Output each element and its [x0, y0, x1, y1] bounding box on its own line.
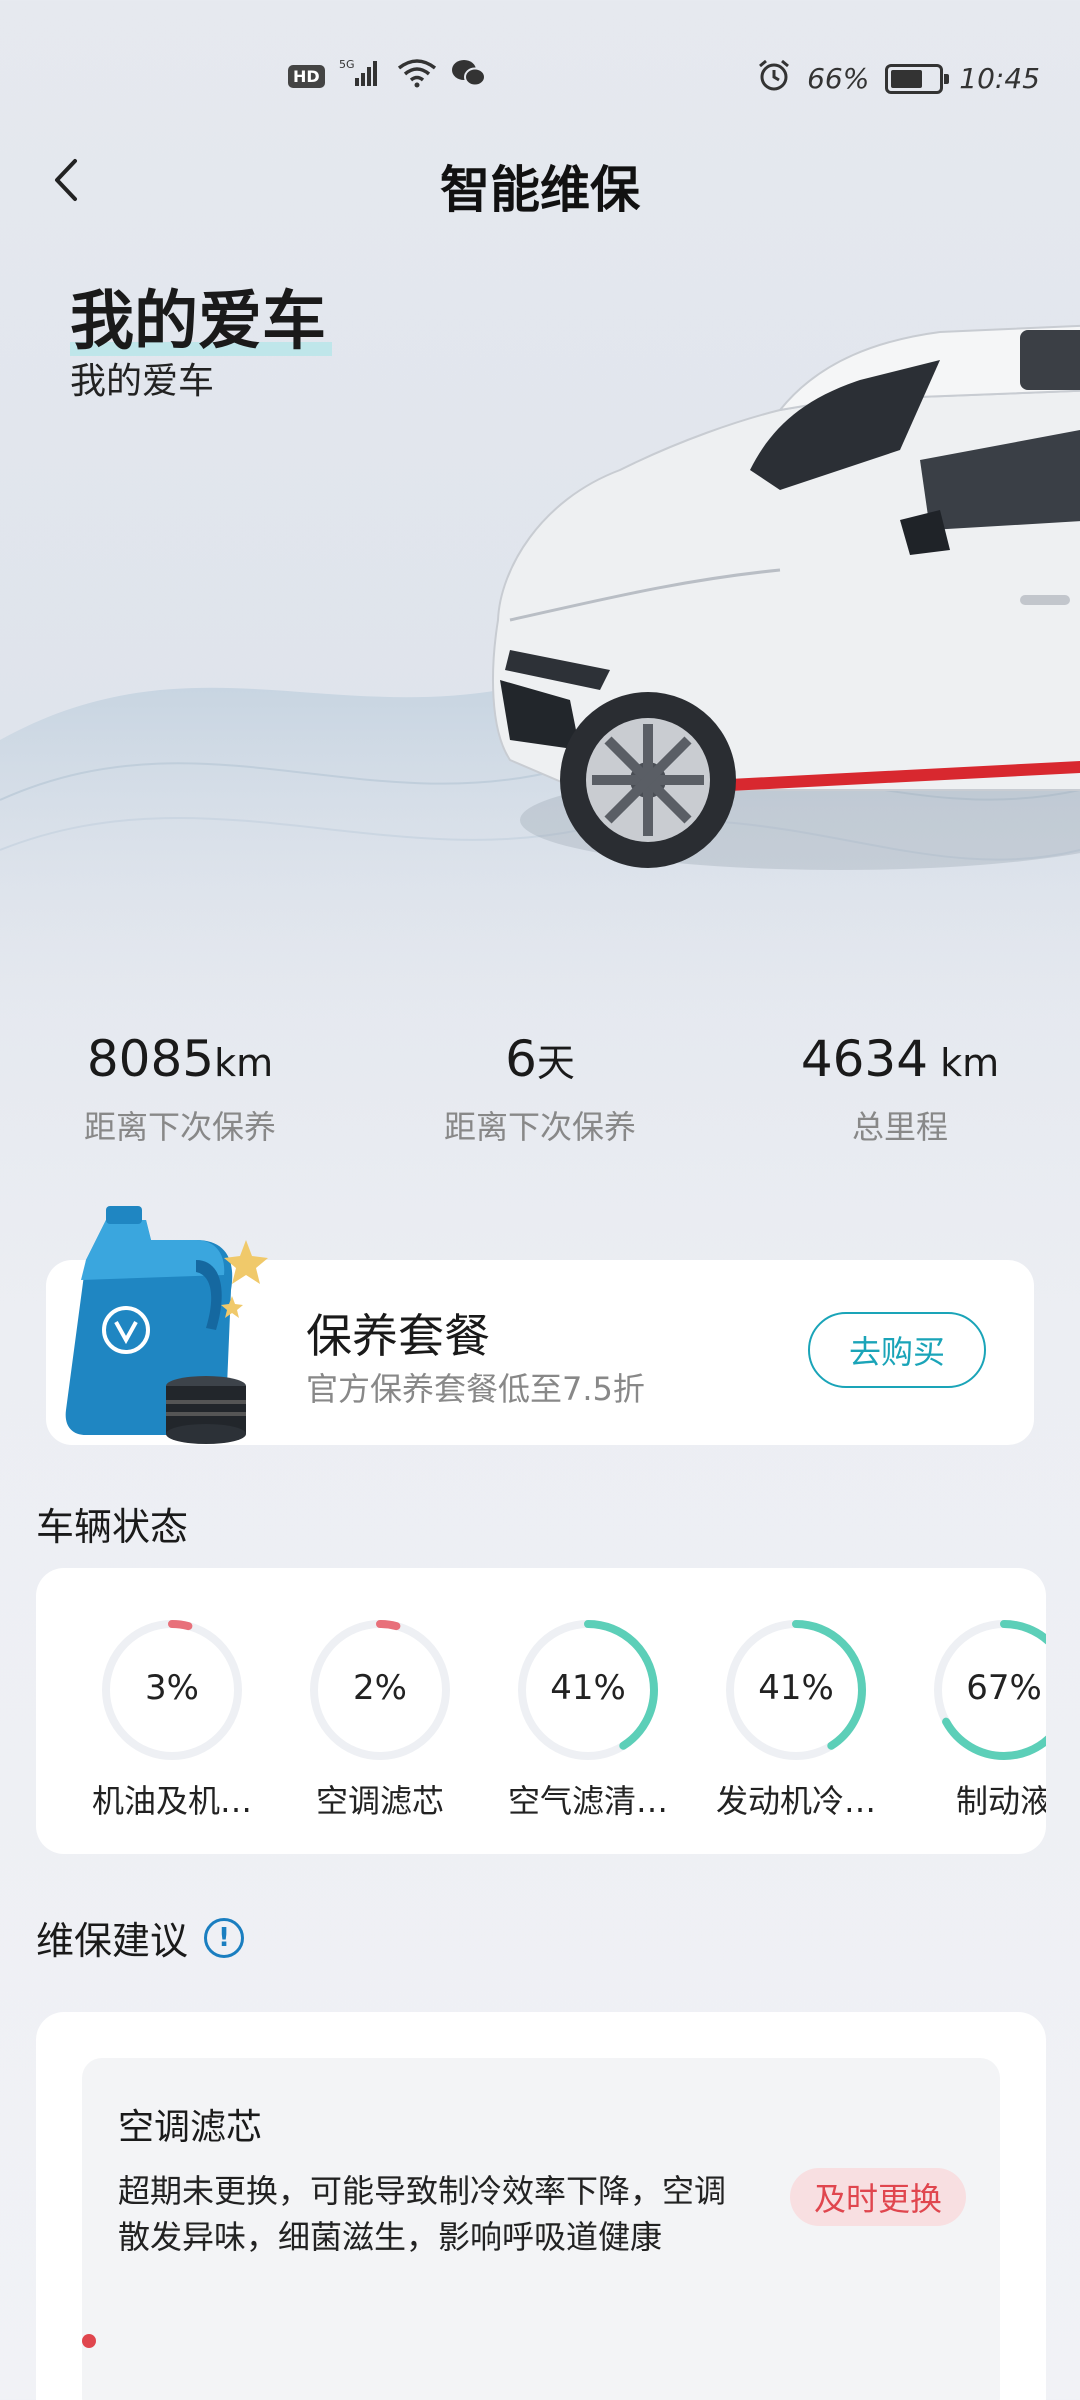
stat-next-maintenance-days: 6天 距离下次保养 — [360, 1030, 720, 1150]
hd-badge: HD — [288, 64, 325, 88]
gauge-label: 机油及机… — [91, 1782, 252, 1820]
car-subtitle: 我的爱车 — [70, 361, 215, 402]
status-left: HD 5G — [288, 58, 487, 94]
battery-percent: 66% — [807, 62, 870, 95]
stat-next-maintenance-distance: 8085km 距离下次保养 — [0, 1030, 360, 1150]
battery-icon — [885, 63, 950, 94]
vehicle-status-card: 3% 机油及机… 2% 空调滤芯 41% 空气滤清… 41% 发动机冷… 67%… — [36, 1568, 1046, 1854]
stat-label: 总里程 — [851, 1108, 948, 1146]
advice-item-desc: 超期未更换，可能导致制冷效率下降，空调散发异味，细菌滋生，影响呼吸道健康 — [118, 2172, 727, 2256]
stat-unit: km — [214, 1041, 274, 1085]
gauge-percent: 41% — [758, 1668, 834, 1708]
car-image — [492, 324, 1080, 870]
page-title: 智能维保 — [440, 161, 640, 219]
stat-value: 8085 — [86, 1030, 215, 1088]
gauge-item[interactable]: 67% 制动液 — [904, 1616, 1046, 1822]
hero-section: 我的爱车 我的爱车 — [0, 240, 1080, 1000]
advice-title: 维保建议 — [36, 1919, 189, 1963]
stat-total-mileage: 4634 km 总里程 — [720, 1030, 1080, 1150]
red-dot-indicator — [82, 2334, 96, 2348]
oil-bottle-icon — [65, 1206, 268, 1444]
advice-item-title: 空调滤芯 — [118, 2107, 263, 2148]
buy-button[interactable]: 去购买 — [808, 1312, 986, 1388]
advice-title-row: 维保建议 ! — [36, 1910, 245, 1965]
gauge-label: 制动液 — [955, 1782, 1046, 1820]
status-bar: HD 5G 66% 10:45 — [0, 0, 1080, 160]
gauge-item[interactable]: 41% 空气滤清… — [488, 1616, 688, 1822]
gauge-percent: 67% — [966, 1668, 1042, 1708]
stats-row: 8085km 距离下次保养 6天 距离下次保养 4634 km 总里程 — [0, 1030, 1080, 1150]
wifi-icon — [397, 58, 437, 94]
gauge-label: 空调滤芯 — [315, 1782, 444, 1820]
status-right: 66% 10:45 — [757, 58, 1040, 99]
replace-badge[interactable]: 及时更换 — [789, 2168, 966, 2226]
clock: 10:45 — [959, 62, 1040, 95]
stat-label: 距离下次保养 — [443, 1108, 636, 1146]
gauge-item[interactable]: 2% 空调滤芯 — [280, 1616, 480, 1822]
gauge-label: 发动机冷… — [715, 1782, 876, 1820]
gauge-label: 空气滤清… — [507, 1782, 668, 1820]
alarm-icon — [757, 58, 791, 99]
wechat-icon — [451, 58, 487, 94]
stat-label: 距离下次保养 — [83, 1108, 276, 1146]
advice-card: 空调滤芯 超期未更换，可能导致制冷效率下降，空调散发异味，细菌滋生，影响呼吸道健… — [36, 2012, 1046, 2400]
gauge-percent: 41% — [550, 1668, 626, 1708]
package-title: 保养套餐 — [306, 1309, 490, 1363]
signal-icon: 5G — [339, 58, 383, 94]
stat-value: 4634 — [800, 1030, 929, 1088]
gauge-item[interactable]: 3% 机油及机… — [72, 1616, 272, 1822]
gauge-item[interactable]: 41% 发动机冷… — [696, 1616, 896, 1822]
stat-value: 6 — [505, 1030, 537, 1088]
gauge-percent: 3% — [145, 1668, 199, 1708]
battery-fill — [891, 69, 922, 88]
package-subtitle: 官方保养套餐低至7.5折 — [306, 1370, 645, 1408]
header: 智能维保 — [0, 140, 1080, 220]
stat-unit: 天 — [536, 1041, 575, 1085]
gauge-percent: 2% — [353, 1668, 407, 1708]
network-type: 5G — [339, 58, 355, 71]
car-title: 我的爱车 — [70, 270, 332, 362]
vehicle-status-title: 车辆状态 — [36, 1505, 189, 1549]
advice-item[interactable]: 空调滤芯 超期未更换，可能导致制冷效率下降，空调散发异味，细菌滋生，影响呼吸道健… — [82, 2058, 1000, 2400]
stat-unit: km — [928, 1041, 1000, 1085]
info-icon[interactable]: ! — [204, 1917, 245, 1958]
